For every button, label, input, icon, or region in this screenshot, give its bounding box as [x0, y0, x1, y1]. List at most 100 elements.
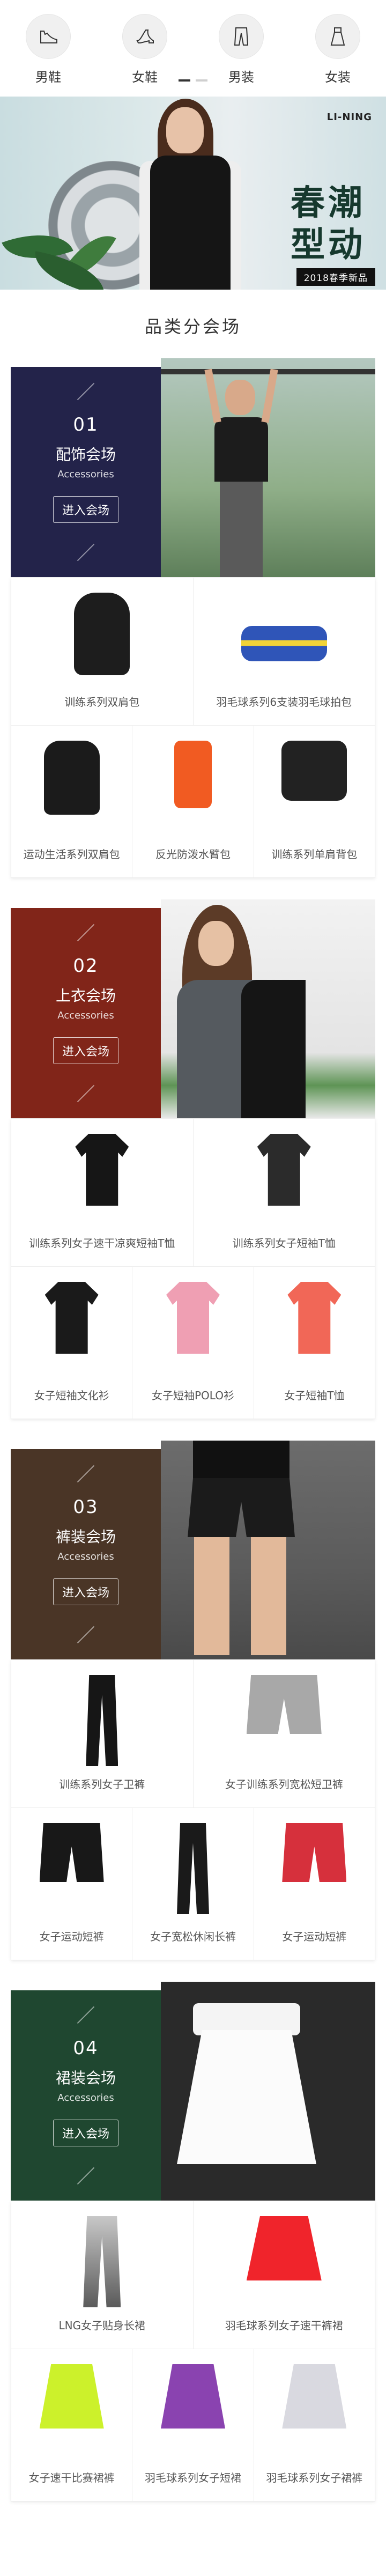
product-name: 训练系列单肩背包: [271, 848, 358, 861]
product-card[interactable]: 羽毛球系列女子短裙: [132, 2349, 253, 2501]
high-heel-icon: [122, 14, 167, 59]
product-card[interactable]: 女子短袖T恤: [253, 1267, 375, 1419]
category-photo[interactable]: [161, 1441, 375, 1659]
product-name: 训练系列女子速干凉爽短袖T恤: [29, 1237, 175, 1250]
polo-shirt-image: [166, 1282, 220, 1354]
product-name: 女子运动短裤: [282, 1930, 347, 1943]
backpack-image: [43, 741, 100, 815]
category-header: 04 裙装会场 Accessories 进入会场: [11, 1982, 375, 2201]
nav-item-womens-clothing[interactable]: 女装: [306, 14, 370, 85]
product-name: 羽毛球系列女子裙裤: [266, 2471, 363, 2484]
product-name: 羽毛球系列6支装羽毛球拍包: [216, 696, 352, 708]
category-subtitle: Accessories: [57, 1010, 114, 1021]
product-name: 羽毛球系列女子速干裤裙: [225, 2319, 343, 2332]
nav-item-mens-shoes[interactable]: 男鞋: [16, 14, 80, 85]
hero-tag: 2018春季新品: [296, 268, 375, 286]
racket-bag-image: [241, 626, 327, 661]
product-card[interactable]: 训练系列双肩包: [11, 578, 193, 725]
tshirt-image: [75, 1134, 129, 1206]
backpack-image: [74, 593, 130, 675]
category-block-pants: 03 裤装会场 Accessories 进入会场 训练系列女子卫裤 女子训练系列…: [11, 1441, 375, 1960]
nav-pager: [0, 79, 386, 82]
hero-slogan: 春潮 型动: [291, 182, 366, 266]
nav-item-womens-shoes[interactable]: 女鞋: [113, 14, 177, 85]
shoulder-bag-image: [281, 741, 347, 801]
category-name: 裤装会场: [55, 1528, 116, 1546]
mens-trousers-icon: [219, 14, 264, 59]
product-card[interactable]: 女子宽松休闲长裤: [132, 1808, 253, 1960]
category-header: 01 配饰会场 Accessories 进入会场: [11, 358, 375, 577]
product-card[interactable]: 女子运动短裤: [11, 1808, 132, 1960]
section-title: 品类分会场: [144, 316, 241, 337]
product-name: 运动生活系列双肩包: [23, 848, 120, 861]
enter-venue-button[interactable]: 进入会场: [53, 496, 118, 523]
product-card[interactable]: 女子运动短裤: [253, 1808, 375, 1960]
product-grid: 训练系列双肩包 羽毛球系列6支装羽毛球拍包 运动生活系列双肩包 反光防泼水臂包 …: [11, 577, 375, 878]
product-card[interactable]: 运动生活系列双肩包: [11, 726, 132, 877]
product-card[interactable]: 反光防泼水臂包: [132, 726, 253, 877]
product-name: 女子短袖文化衫: [34, 1389, 109, 1402]
product-card[interactable]: 女子训练系列宽松短卫裤: [192, 1660, 375, 1807]
enter-venue-button[interactable]: 进入会场: [53, 1037, 118, 1064]
hero-banner[interactable]: LI-NING 春潮 型动 2018春季新品: [0, 97, 386, 290]
category-label-panel: 03 裤装会场 Accessories 进入会场: [11, 1449, 161, 1659]
product-name: 女子训练系列宽松短卫裤: [225, 1778, 343, 1791]
nav-label: 女鞋: [132, 70, 158, 85]
product-card[interactable]: 训练系列女子速干凉爽短袖T恤: [11, 1119, 193, 1266]
category-block-accessories: 01 配饰会场 Accessories 进入会场 训练系列双肩包 羽毛球系列6支…: [11, 358, 375, 878]
category-number: 02: [73, 955, 99, 977]
skirt-image: [39, 2364, 104, 2429]
mens-shoe-icon: [26, 14, 71, 59]
product-name: 女子宽松休闲长裤: [150, 1930, 236, 1943]
product-name: LNG女子贴身长裙: [58, 2319, 146, 2332]
category-block-tops: 02 上衣会场 Accessories 进入会场 训练系列女子速干凉爽短袖T恤 …: [11, 899, 375, 1419]
product-card[interactable]: 女子短袖文化衫: [11, 1267, 132, 1419]
product-card[interactable]: 训练系列女子卫裤: [11, 1660, 193, 1807]
product-grid: 训练系列女子速干凉爽短袖T恤 训练系列女子短袖T恤 女子短袖文化衫 女子短袖PO…: [11, 1118, 375, 1419]
category-photo[interactable]: [161, 358, 375, 577]
category-photo[interactable]: [161, 899, 375, 1118]
nav-item-mens-clothing[interactable]: 男装: [209, 14, 273, 85]
category-subtitle: Accessories: [57, 1551, 114, 1562]
product-name: 反光防泼水臂包: [155, 848, 231, 861]
slogan-line: 春潮: [291, 183, 366, 223]
category-subtitle: Accessories: [57, 469, 114, 480]
product-card[interactable]: 女子速干比赛裙裤: [11, 2349, 132, 2501]
product-grid: 训练系列女子卫裤 女子训练系列宽松短卫裤 女子运动短裤 女子宽松休闲长裤 女子运…: [11, 1659, 375, 1960]
pager-dot-active[interactable]: [179, 79, 190, 82]
enter-venue-button[interactable]: 进入会场: [53, 2120, 118, 2146]
category-header: 02 上衣会场 Accessories 进入会场: [11, 899, 375, 1118]
skirt-image: [282, 2364, 347, 2429]
skirt-image: [160, 2364, 225, 2429]
product-card[interactable]: 女子短袖POLO衫: [132, 1267, 253, 1419]
skirt-image: [246, 2216, 322, 2280]
nav-label: 男鞋: [35, 70, 61, 85]
product-name: 女子速干比赛裙裤: [28, 2471, 115, 2484]
category-photo[interactable]: [161, 1982, 375, 2201]
category-label-panel: 02 上衣会场 Accessories 进入会场: [11, 908, 161, 1118]
product-name: 女子短袖T恤: [284, 1389, 345, 1402]
product-name: 女子短袖POLO衫: [152, 1389, 234, 1402]
category-subtitle: Accessories: [57, 2092, 114, 2103]
tshirt-image: [257, 1134, 311, 1206]
category-name: 配饰会场: [55, 446, 116, 463]
shorts-image: [246, 1675, 322, 1734]
product-name: 训练系列女子卫裤: [59, 1778, 145, 1791]
product-card[interactable]: 羽毛球系列6支装羽毛球拍包: [192, 578, 375, 725]
product-card[interactable]: LNG女子贴身长裙: [11, 2201, 193, 2349]
category-label-panel: 01 配饰会场 Accessories 进入会场: [11, 367, 161, 577]
armband-image: [174, 741, 212, 808]
product-card[interactable]: 训练系列女子短袖T恤: [192, 1119, 375, 1266]
product-card[interactable]: 羽毛球系列女子速干裤裙: [192, 2201, 375, 2349]
category-number: 04: [73, 2038, 99, 2059]
long-skirt-image: [83, 2216, 121, 2307]
pager-dot[interactable]: [196, 79, 207, 82]
product-card[interactable]: 训练系列单肩背包: [253, 726, 375, 877]
category-name: 裙装会场: [55, 2069, 116, 2087]
nav-label: 女装: [325, 70, 351, 85]
product-card[interactable]: 羽毛球系列女子裙裤: [253, 2349, 375, 2501]
product-name: 羽毛球系列女子短裙: [144, 2471, 241, 2484]
shorts-image: [282, 1823, 347, 1882]
product-grid: LNG女子贴身长裙 羽毛球系列女子速干裤裙 女子速干比赛裙裤 羽毛球系列女子短裙…: [11, 2201, 375, 2501]
enter-venue-button[interactable]: 进入会场: [53, 1578, 118, 1605]
